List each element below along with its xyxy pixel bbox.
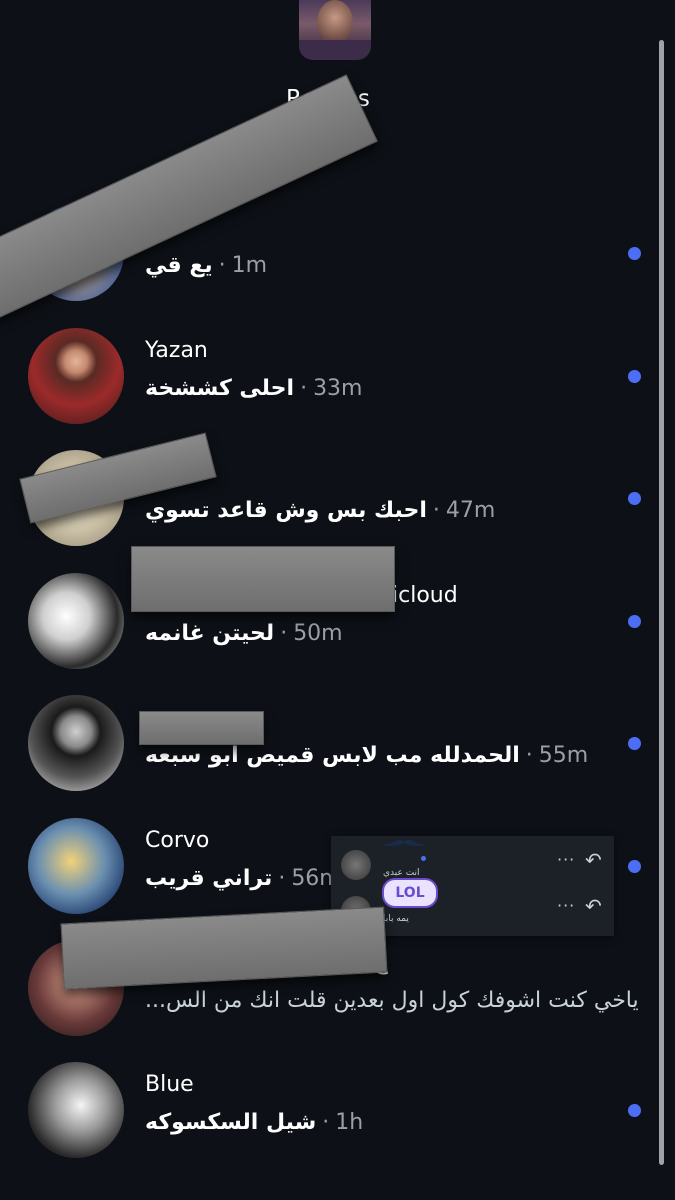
more-icon[interactable]: ··· bbox=[557, 850, 575, 869]
popup-avatar bbox=[341, 850, 371, 880]
avatar[interactable] bbox=[28, 1062, 124, 1158]
separator-dot: · bbox=[280, 621, 288, 646]
message-time: 55m bbox=[538, 743, 589, 768]
unread-dot-icon bbox=[628, 1104, 641, 1117]
conversation-preview: احلى كششخة · 33m bbox=[145, 376, 363, 401]
separator-dot: · bbox=[525, 743, 533, 768]
separator-dot: · bbox=[322, 1110, 330, 1135]
avatar[interactable] bbox=[28, 573, 124, 669]
separator-dot: · bbox=[300, 376, 308, 401]
separator-dot: · bbox=[218, 253, 226, 278]
avatar[interactable] bbox=[28, 328, 124, 424]
unread-dot-icon bbox=[628, 737, 641, 750]
conversation-preview: تراني قريب · 56m bbox=[145, 866, 341, 891]
conversation-preview: ياخي كنت اشوفك كول اول بعدين قلت انك من … bbox=[145, 988, 639, 1013]
conversation-preview: احبك بس وش قاعد تسوي · 47m bbox=[145, 498, 495, 523]
conversation-name: icloud bbox=[392, 583, 458, 608]
unread-dot-icon bbox=[628, 615, 641, 628]
unread-dot-icon bbox=[628, 860, 641, 873]
more-icon[interactable]: ··· bbox=[557, 896, 575, 915]
message-time: 50m bbox=[293, 621, 343, 646]
message-time: 1m bbox=[231, 253, 268, 278]
avatar[interactable] bbox=[28, 695, 124, 791]
reply-icon[interactable]: ↶ bbox=[585, 894, 602, 918]
separator-dot: · bbox=[278, 866, 286, 891]
message-text: احلى كششخة bbox=[145, 376, 295, 401]
separator-dot: · bbox=[432, 498, 440, 523]
conversation-preview: يع قي · 1m bbox=[145, 253, 267, 278]
message-time: 47m bbox=[445, 498, 496, 523]
conversation-preview: شيل السكسوكه · 1h bbox=[145, 1110, 363, 1135]
message-text: الحمدلله مب لابس قميص ابو سبعه bbox=[145, 743, 520, 768]
redaction-block bbox=[131, 546, 395, 612]
redaction-block bbox=[139, 711, 264, 745]
top-avatar-shirt bbox=[299, 40, 371, 60]
message-time: 1h bbox=[335, 1110, 364, 1135]
reply-icon[interactable]: ↶ bbox=[585, 848, 602, 872]
conversation-row[interactable]: الحمدلله مب لابس قميص ابو سبعه · 55m bbox=[0, 695, 650, 815]
popup-subtitle: انت عبدي bbox=[383, 868, 420, 878]
conversation-name: Blue bbox=[145, 1072, 194, 1097]
conversation-name: Yazan bbox=[145, 338, 208, 363]
popup-subtitle: يمه بابا bbox=[383, 914, 409, 924]
lol-sticker-icon: LOL bbox=[382, 878, 438, 908]
unread-dot-icon bbox=[628, 370, 641, 383]
conversation-name: Corvo bbox=[145, 828, 210, 853]
message-text: ياخي كنت اشوفك كول اول بعدين قلت انك من … bbox=[145, 988, 639, 1013]
top-avatar[interactable] bbox=[299, 0, 371, 60]
message-text: احبك بس وش قاعد تسوي bbox=[145, 498, 427, 523]
conversation-row[interactable]: Blue شيل السكسوكه · 1h bbox=[0, 1062, 650, 1182]
message-time: 33m bbox=[313, 376, 363, 401]
scrollbar[interactable] bbox=[659, 40, 664, 1165]
unread-dot-icon bbox=[628, 492, 641, 505]
unread-dot-icon bbox=[628, 247, 641, 260]
message-text: تراني قريب bbox=[145, 866, 273, 891]
message-text: شيل السكسوكه bbox=[145, 1110, 317, 1135]
top-avatar-face bbox=[317, 0, 353, 44]
avatar[interactable] bbox=[28, 818, 124, 914]
message-text: لحيتن غانمه bbox=[145, 621, 275, 646]
conversation-row[interactable]: Yazan احلى كششخة · 33m bbox=[0, 328, 650, 448]
conversation-preview: الحمدلله مب لابس قميص ابو سبعه · 55m bbox=[145, 743, 588, 768]
popup-row[interactable]: انت عبدي ··· ↶ bbox=[331, 842, 614, 886]
message-text: يع قي bbox=[145, 253, 213, 278]
unread-dot-icon bbox=[421, 856, 426, 861]
conversation-preview: لحيتن غانمه · 50m bbox=[145, 621, 343, 646]
